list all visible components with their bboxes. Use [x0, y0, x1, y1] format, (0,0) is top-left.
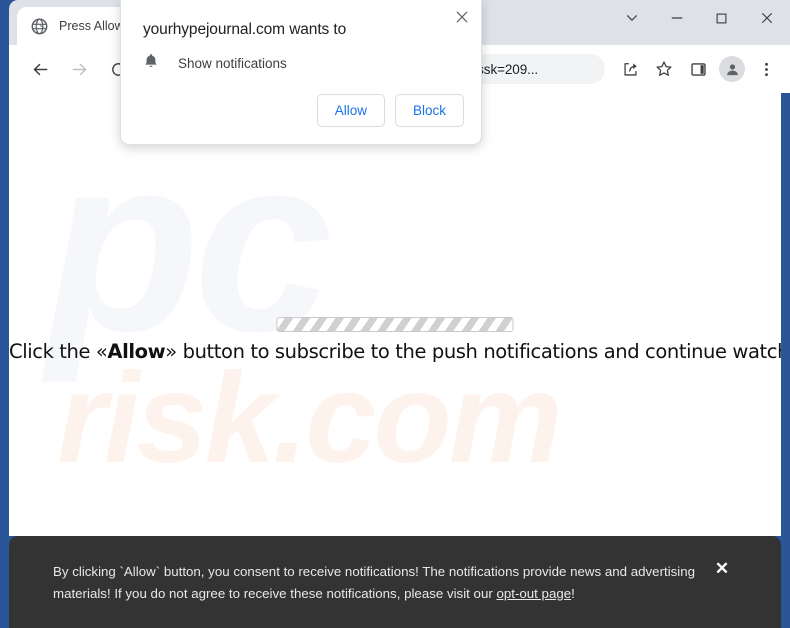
dialog-close-icon[interactable]	[451, 6, 473, 28]
dialog-actions: Allow Block	[316, 94, 464, 127]
consent-text-part1: By clicking `Allow` button, you consent …	[53, 564, 696, 601]
dialog-permission-row: Show notifications	[143, 53, 287, 74]
opt-out-page-link[interactable]: opt-out page	[496, 586, 571, 601]
block-button[interactable]: Block	[394, 94, 464, 127]
globe-icon	[31, 18, 48, 35]
window-controls	[609, 0, 789, 36]
allow-button[interactable]: Allow	[316, 94, 385, 127]
page-content: pc risk.com Click the «Allow» button to …	[9, 93, 781, 536]
chrome-menu-icon[interactable]	[751, 54, 781, 84]
share-icon[interactable]	[615, 54, 645, 84]
watermark-risk: risk.com	[57, 347, 562, 490]
profile-avatar[interactable]	[717, 54, 747, 84]
avatar	[719, 56, 745, 82]
back-arrow-icon[interactable]	[25, 54, 55, 84]
banner-close-icon[interactable]: ✕	[713, 559, 731, 577]
close-window-icon[interactable]	[744, 0, 789, 36]
bell-icon	[143, 53, 159, 74]
dialog-permission-label: Show notifications	[178, 56, 287, 71]
consent-banner: By clicking `Allow` button, you consent …	[9, 536, 781, 628]
maximize-icon[interactable]	[699, 0, 744, 36]
browser-window: Press Allow pc risk.com Click the «Allow…	[0, 0, 790, 628]
bookmark-star-icon[interactable]	[649, 54, 679, 84]
forward-arrow-icon	[64, 54, 94, 84]
dialog-title: yourhypejournal.com wants to	[143, 21, 347, 38]
consent-banner-text: By clicking `Allow` button, you consent …	[53, 561, 715, 605]
cta-emphasis: Allow	[107, 340, 166, 363]
side-panel-icon[interactable]	[683, 54, 713, 84]
cta-prefix: Click the «	[9, 340, 108, 363]
tab-search-chevron-down-icon[interactable]	[609, 0, 654, 36]
loading-progress-bar	[276, 317, 514, 332]
minimize-icon[interactable]	[654, 0, 699, 36]
call-to-action-text: Click the «Allow» button to subscribe to…	[9, 340, 781, 363]
consent-text-part2: !	[571, 586, 575, 601]
notification-permission-dialog: yourhypejournal.com wants to Show notifi…	[120, 0, 482, 145]
cta-suffix: » button to subscribe to the push notifi…	[165, 340, 781, 363]
